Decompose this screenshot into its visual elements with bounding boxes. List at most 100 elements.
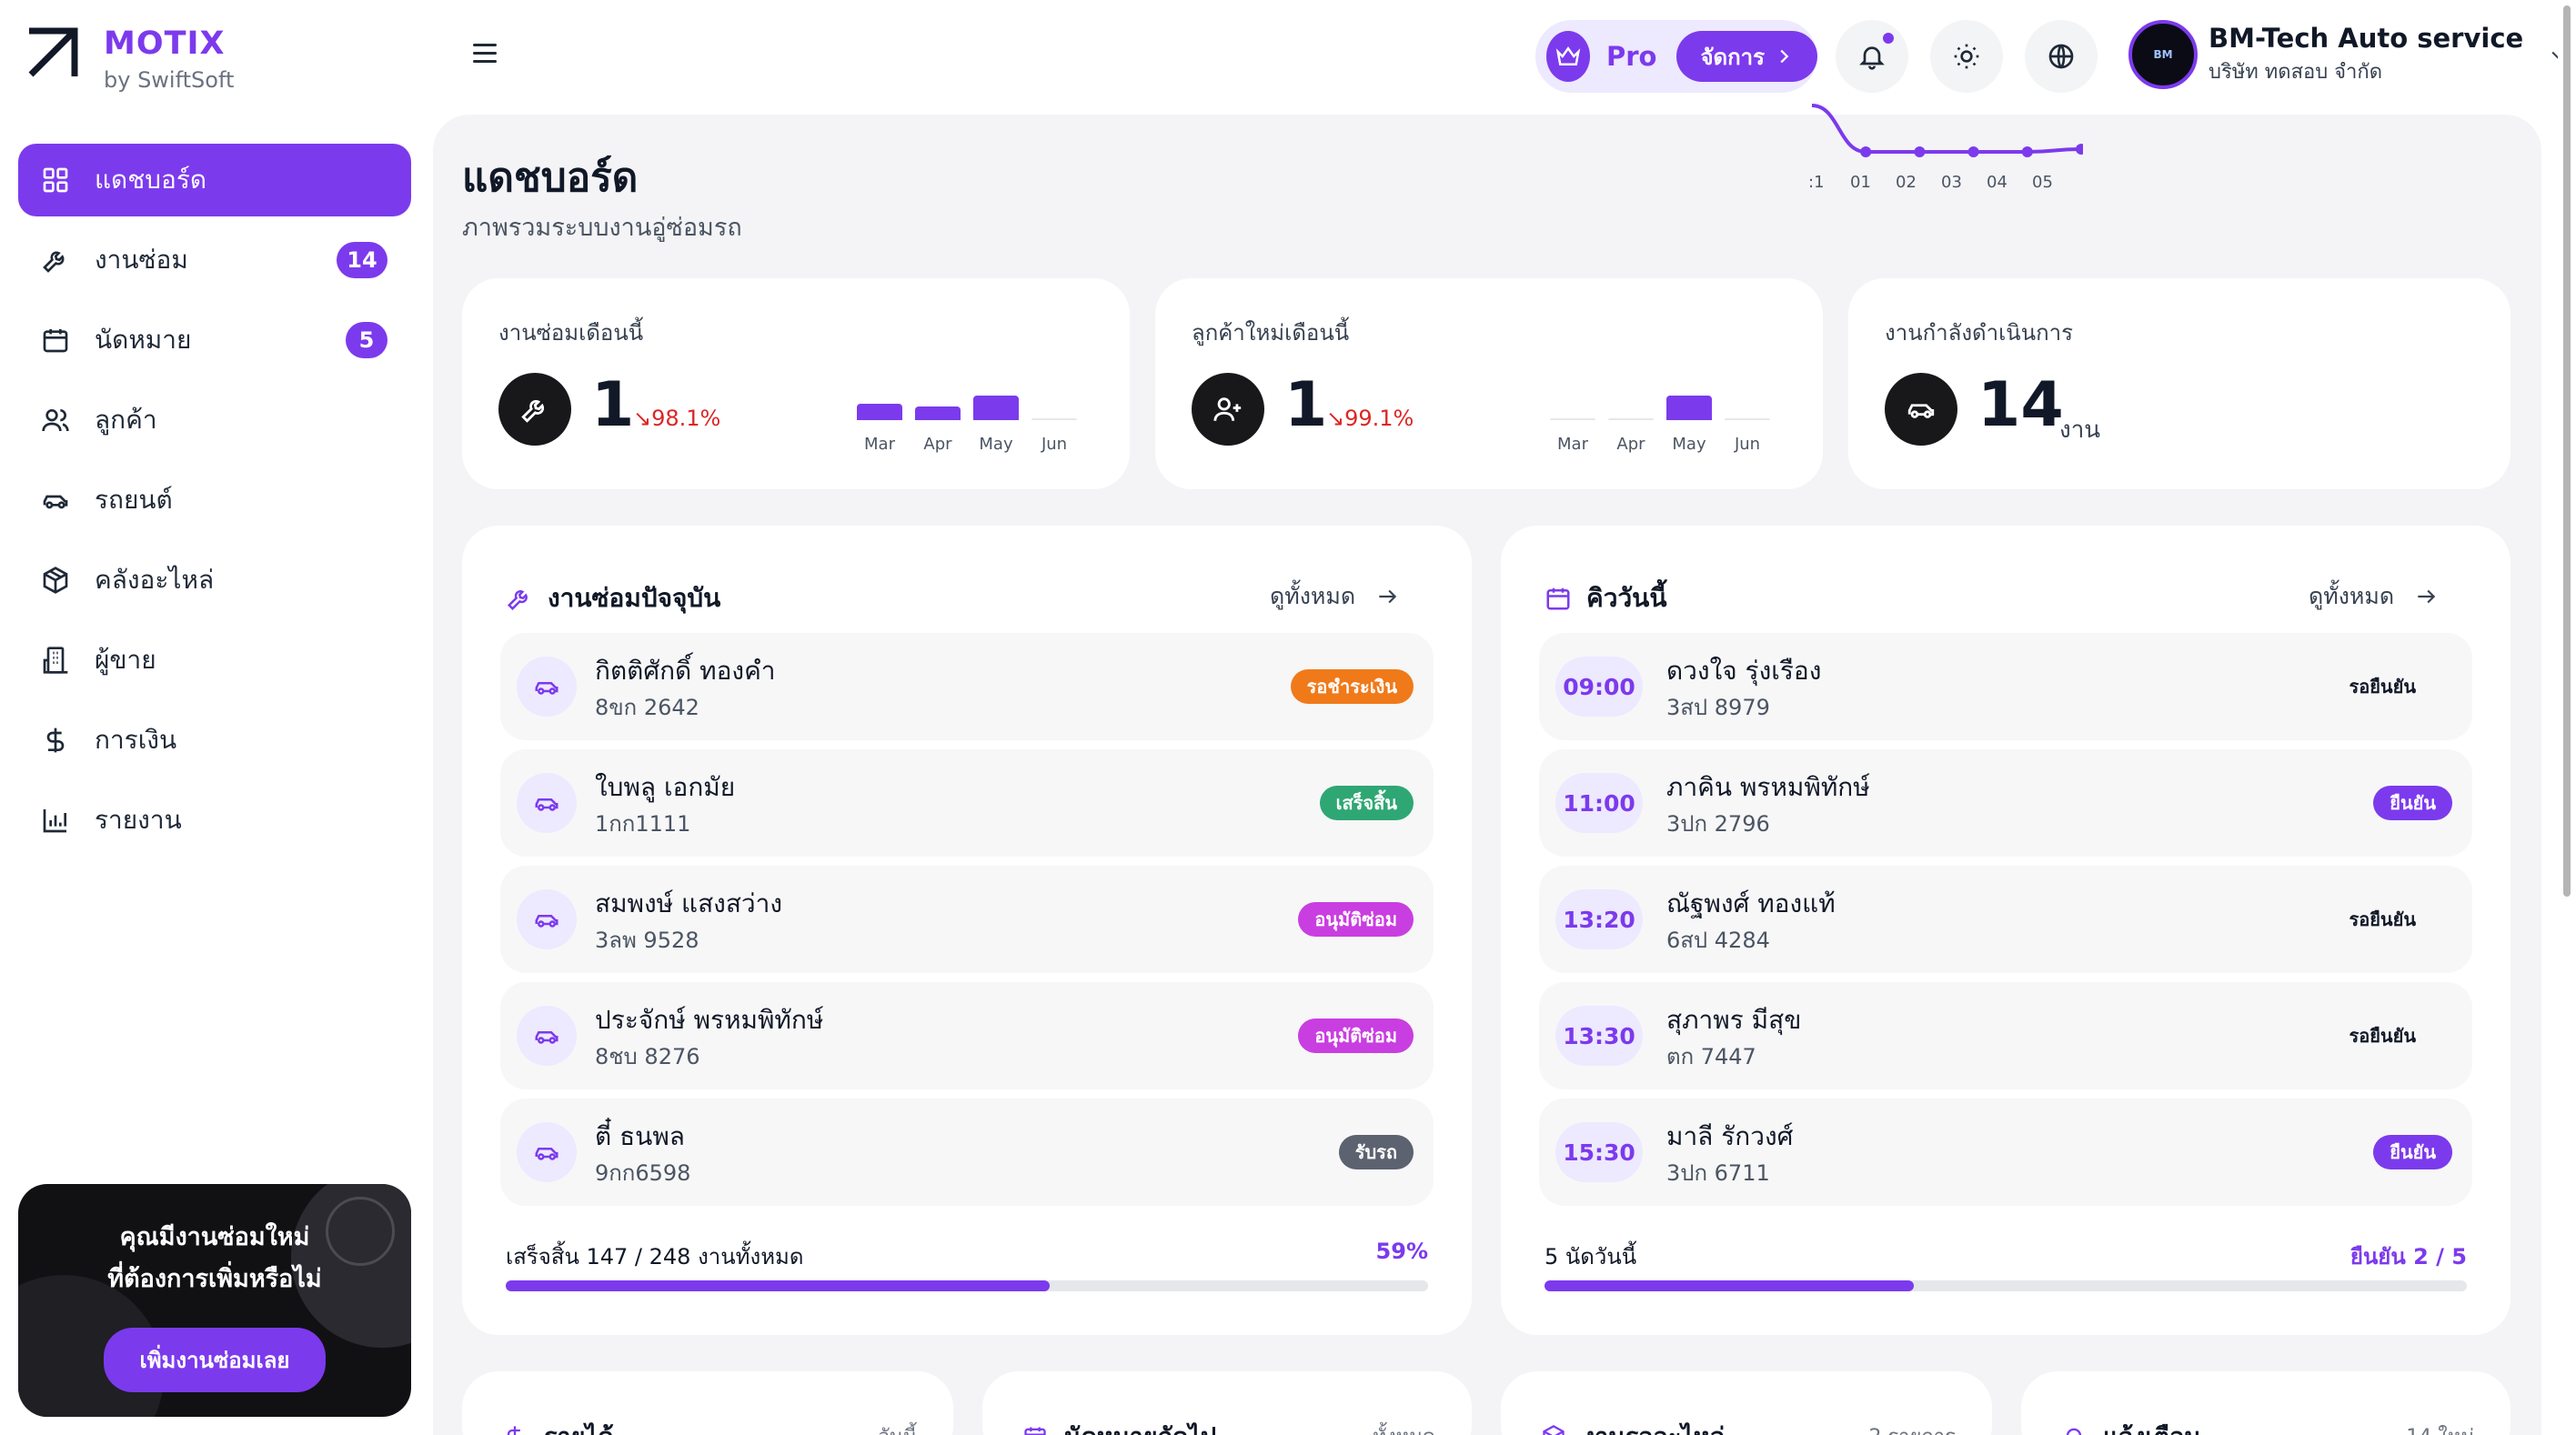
repair-row[interactable]: ประจักษ์ พรหมพิทักษ์ 8ชบ 8276 อนุมัติซ่อม <box>500 982 1434 1089</box>
status-badge: รอยืนยัน <box>2349 908 2416 930</box>
sidebar-item-vehicles[interactable]: รถยนต์ <box>18 464 411 537</box>
language-button[interactable] <box>2025 20 2098 93</box>
view-all-repairs-link[interactable]: ดูทั้งหมด <box>1270 578 1399 615</box>
brand-logo[interactable]: MOTIX by SwiftSoft <box>24 25 234 93</box>
customer-name: สมพงษ์ แสงสว่าง <box>595 888 783 918</box>
mini-bar-chart: Mar Apr May Jun <box>1550 378 1777 460</box>
mini-bar <box>915 406 961 420</box>
month-label: Jun <box>1041 435 1068 454</box>
month-label: Apr <box>1616 435 1645 454</box>
stat-card-new-customers[interactable]: ลูกค้าใหม่เดือนนี้ 1 ↘99.1% Mar Apr May Jun <box>1155 278 1823 489</box>
stat-card-repairs[interactable]: งานซ่อมเดือนนี้ 1 ↘98.1% Mar Apr May Jun <box>462 278 1130 489</box>
today-queue-panel: คิววันนี้ ดูทั้งหมด 09:00 ดวงใจ รุ่งเรือง… <box>1501 526 2511 1335</box>
alerts-card[interactable]: แจ้งเตือน 14 ใหม่ <box>2021 1371 2511 1435</box>
sidebar-item-dashboard[interactable]: แดชบอร์ด <box>18 144 411 216</box>
repairs-footer-text: เสร็จสิ้น 147 / 248 งานทั้งหมด <box>506 1244 804 1269</box>
current-repairs-panel: งานซ่อมปัจจุบัน ดูทั้งหมด กิตติศักดิ์ ทอ… <box>462 526 1472 1335</box>
chevron-right-icon <box>1780 49 1789 64</box>
manage-label: จัดการ <box>1700 44 1765 70</box>
appointment-time: 13:20 <box>1555 889 1643 949</box>
car-icon <box>517 1006 577 1066</box>
repair-row[interactable]: กิตติศักดิ์ ทองคำ 8ขก 2642 รอชำระเงิน <box>500 633 1434 740</box>
sidebar-item-finance[interactable]: การเงิน <box>18 704 411 777</box>
sparkline-line <box>1811 104 2082 154</box>
mini-bar <box>857 404 902 420</box>
appointment-row[interactable]: 13:30 สุภาพร มีสุข ตก 7447 รอยืนยัน <box>1539 982 2472 1089</box>
promo-text: คุณมีงานซ่อมใหม่ ที่ต้องการเพิ่มหรือไม่ <box>18 1217 411 1300</box>
theme-toggle-button[interactable] <box>1930 20 2003 93</box>
appointment-row[interactable]: 09:00 ดวงใจ รุ่งเรือง 3สป 8979 รอยืนยัน <box>1539 633 2472 740</box>
building-icon <box>40 645 71 676</box>
sidebar-item-customers[interactable]: ลูกค้า <box>18 384 411 457</box>
sidebar-item-reports[interactable]: รายงาน <box>18 784 411 857</box>
sidebar-item-appointments[interactable]: นัดหมาย 5 <box>18 304 411 376</box>
sidebar-item-inventory[interactable]: คลังอะไหล่ <box>18 544 411 617</box>
status-badge: รอยืนยัน <box>2349 676 2416 697</box>
card-meta: วันนี้ <box>879 1420 917 1435</box>
panel-header: คิววันนี้ <box>1545 578 1666 618</box>
status-badge: รอชำระเงิน <box>1290 669 1414 704</box>
appointment-time: 09:00 <box>1555 657 1643 717</box>
customer-name: ดวงใจ รุ่งเรือง <box>1666 656 1822 686</box>
stat-label: งานซ่อมเดือนนี้ <box>498 320 644 346</box>
user-company: บริษัท ทดสอบ จำกัด <box>2209 60 2383 84</box>
day-label: :1 <box>1808 173 1825 192</box>
notifications-button[interactable] <box>1836 20 1908 93</box>
appointment-row[interactable]: 15:30 มาลี รักวงศ์ 3ปก 6711 ยืนยัน <box>1539 1099 2472 1206</box>
stat-change: ↘98.1% <box>633 406 720 431</box>
pro-plan-pill: Pro จัดการ <box>1535 20 1817 93</box>
sparkline-point <box>1967 146 1979 157</box>
sidebar-item-vendors[interactable]: ผู้ขาย <box>18 624 411 697</box>
sidebar-item-label: ผู้ขาย <box>95 645 156 675</box>
revenue-card[interactable]: รายได้ วันนี้ <box>462 1371 953 1435</box>
pro-label: Pro <box>1605 41 1657 72</box>
status-badge: อนุมัติซ่อม <box>1298 1019 1414 1053</box>
sidebar-item-repairs[interactable]: งานซ่อม 14 <box>18 224 411 296</box>
arrow-right-icon <box>2418 589 2436 604</box>
calendar-icon <box>40 325 71 356</box>
page-title: แดชบอร์ด <box>462 155 639 201</box>
arrow-up-right-icon <box>28 27 78 77</box>
user-menu[interactable]: BM BM-Tech Auto service บริษัท ทดสอบ จำก… <box>2128 20 2567 89</box>
appointment-row[interactable]: 13:20 ณัฐพงศ์ ทองแท้ 6สป 4284 รอยืนยัน <box>1539 866 2472 973</box>
arrow-right-icon <box>1379 589 1397 604</box>
panel-header: งานซ่อมปัจจุบัน <box>506 578 720 618</box>
scrollbar-thumb[interactable] <box>2563 5 2571 897</box>
user-plus-icon <box>1192 373 1264 446</box>
view-all-queue-link[interactable]: ดูทั้งหมด <box>2309 578 2438 615</box>
manage-plan-button[interactable]: จัดการ <box>1676 31 1817 82</box>
trend-down-icon: ↘ <box>1326 406 1345 431</box>
promo-line-1: คุณมีงานซ่อมใหม่ <box>119 1223 310 1251</box>
license-plate: 1กก1111 <box>595 811 691 837</box>
status-badge: ยืนยัน <box>2373 1135 2452 1169</box>
stat-card-in-progress[interactable]: งานกำลังดำเนินการ 14 งาน <box>1848 278 2511 489</box>
calendar-icon <box>1024 1427 1046 1435</box>
license-plate: 3ปก 2796 <box>1666 811 1770 837</box>
sidebar-item-label: แดชบอร์ด <box>95 165 207 195</box>
status-badge: เสร็จสิ้น <box>1319 786 1414 820</box>
sparkline-point <box>2076 144 2087 155</box>
appointment-time: 15:30 <box>1555 1122 1643 1182</box>
wrench-icon <box>498 373 571 446</box>
stat-change-value: 98.1% <box>651 406 721 431</box>
sidebar: MOTIX by SwiftSoft แดชบอร์ด งานซ่อม 14 น… <box>0 0 428 1435</box>
customer-name: ณัฐพงศ์ ทองแท้ <box>1666 888 1836 918</box>
sparkline-point <box>2021 146 2033 157</box>
parts-waiting-card[interactable]: งานรออะไหล่ 2 รายการ <box>1501 1371 1992 1435</box>
car-icon <box>517 889 577 949</box>
upcoming-appointments-card[interactable]: นัดหมายถัดไป ทั้งหมด <box>982 1371 1472 1435</box>
appointment-row[interactable]: 11:00 ภาคิน พรหมพิทักษ์ 3ปก 2796 ยืนยัน <box>1539 749 2472 857</box>
count-badge: 5 <box>346 322 387 358</box>
stat-value: 1 <box>1284 369 1328 441</box>
repair-row[interactable]: ใบพลู เอกมัย 1กก1111 เสร็จสิ้น <box>500 749 1434 857</box>
menu-toggle-icon[interactable] <box>473 44 497 64</box>
repair-row[interactable]: ตี๋ ธนพล 9กก6598 รับรถ <box>500 1099 1434 1206</box>
customer-name: กิตติศักดิ์ ทองคำ <box>595 656 776 686</box>
license-plate: 8ขก 2642 <box>595 695 699 720</box>
appointment-time: 11:00 <box>1555 773 1643 833</box>
add-repair-button[interactable]: เพิ่มงานซ่อมเลย <box>103 1328 327 1392</box>
sun-icon <box>1954 44 1979 69</box>
mini-bar <box>1666 396 1712 420</box>
scrollbar[interactable] <box>2558 0 2576 1435</box>
repair-row[interactable]: สมพงษ์ แสงสว่าง 3ลพ 9528 อนุมัติซ่อม <box>500 866 1434 973</box>
